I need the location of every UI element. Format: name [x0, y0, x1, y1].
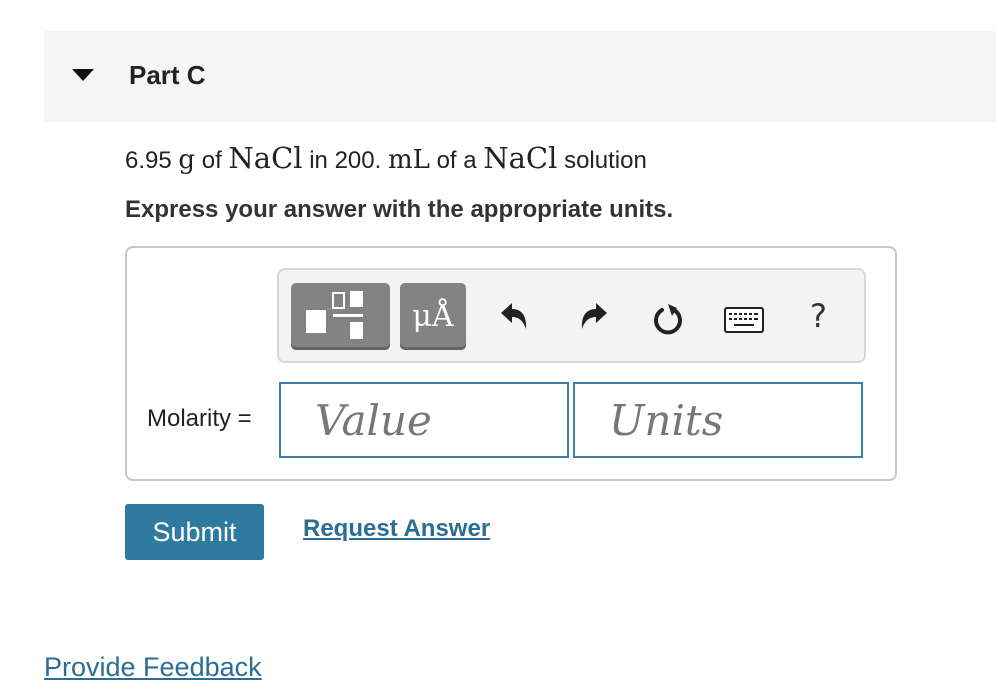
collapse-caret-icon[interactable]: [72, 69, 94, 81]
provide-feedback-link[interactable]: Provide Feedback: [44, 652, 262, 683]
volume-unit: mL: [387, 145, 430, 175]
request-answer-link[interactable]: Request Answer: [303, 515, 490, 543]
instruction: Express your answer with the appropriate…: [125, 196, 674, 223]
templates-icon: [306, 291, 363, 339]
problem-text-of: of: [201, 147, 222, 174]
units-input[interactable]: Units: [573, 382, 863, 458]
part-title: Part C: [129, 60, 206, 90]
help-icon[interactable]: ?: [810, 297, 827, 335]
value-input[interactable]: Value: [279, 382, 569, 458]
templates-button[interactable]: [291, 283, 390, 350]
reset-icon[interactable]: [650, 300, 686, 336]
undo-icon[interactable]: [499, 300, 531, 332]
redo-icon[interactable]: [577, 300, 609, 332]
problem-text-in: in: [309, 147, 328, 174]
problem-text-solution: solution: [564, 147, 647, 174]
molarity-label: Molarity =: [147, 405, 252, 432]
compound-formula: NaCl: [483, 141, 558, 175]
compound-formula: NaCl: [228, 141, 303, 175]
mass-unit: g: [178, 145, 196, 175]
problem-text-of-a: of a: [436, 147, 477, 174]
keyboard-icon[interactable]: [724, 307, 764, 333]
volume-value: 200.: [334, 147, 382, 174]
units-icon: μÅ: [412, 299, 454, 334]
submit-button[interactable]: Submit: [125, 504, 264, 560]
units-button[interactable]: μÅ: [400, 283, 466, 350]
problem-statement: 6.95 g of NaCl in 200. mL of a NaCl solu…: [125, 141, 647, 175]
mass-value: 6.95: [125, 147, 172, 174]
